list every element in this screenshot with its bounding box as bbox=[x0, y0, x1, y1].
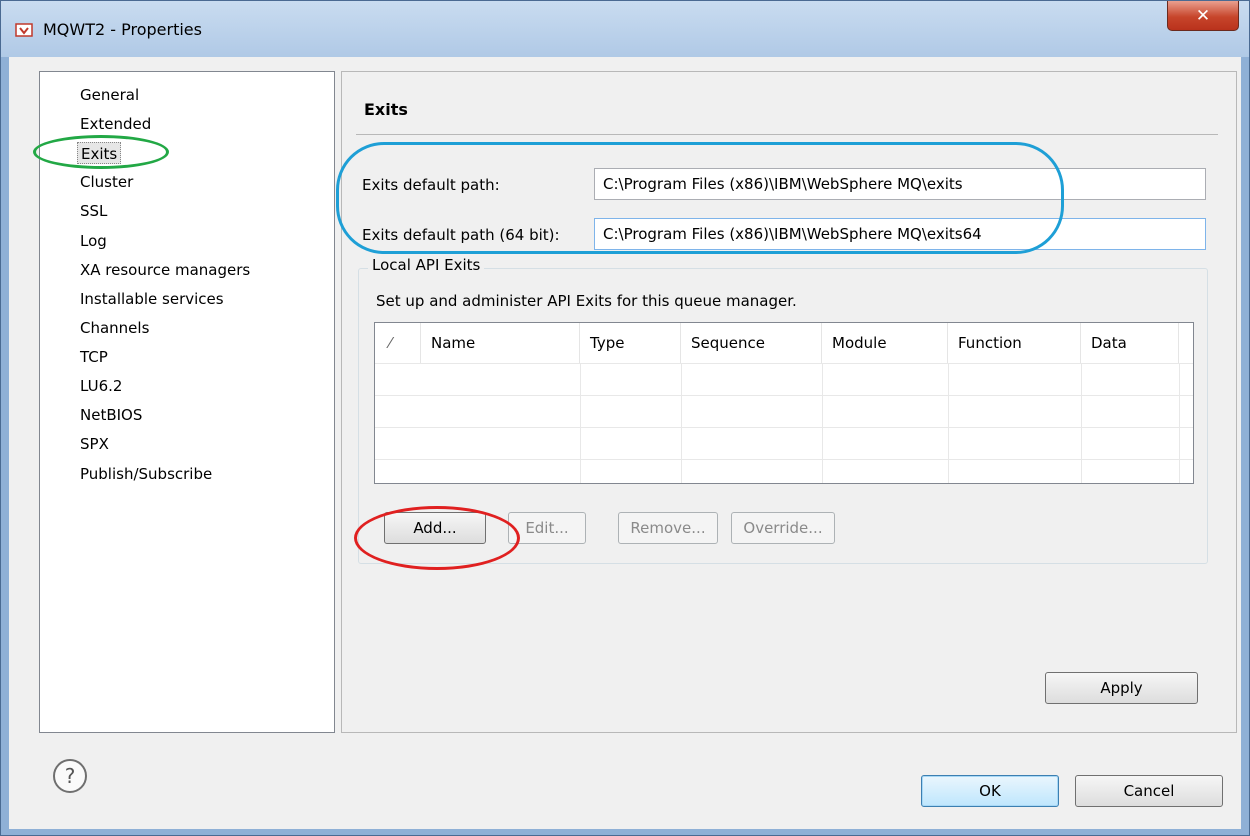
nav-item-spx[interactable]: SPX bbox=[80, 433, 109, 455]
header-divider bbox=[375, 363, 1193, 364]
column-divider bbox=[1081, 363, 1082, 483]
title-bar[interactable]: MQWT2 - Properties ✕ bbox=[1, 1, 1249, 57]
column-divider bbox=[948, 363, 949, 483]
exits-page: Exits Exits default path: C:\Program Fil… bbox=[336, 71, 1237, 733]
group-description: Set up and administer API Exits for this… bbox=[376, 292, 797, 310]
nav-item-general[interactable]: General bbox=[80, 84, 139, 106]
page-title: Exits bbox=[364, 100, 408, 119]
nav-item-xa-resource-managers[interactable]: XA resource managers bbox=[80, 259, 250, 281]
window-title: MQWT2 - Properties bbox=[43, 20, 202, 39]
exits-highlight-annotation bbox=[33, 135, 169, 169]
nav-item-installable-services[interactable]: Installable services bbox=[80, 288, 224, 310]
column-header-name[interactable]: Name bbox=[421, 323, 580, 363]
column-divider bbox=[822, 363, 823, 483]
add-highlight-annotation bbox=[354, 506, 520, 570]
title-separator bbox=[356, 134, 1218, 135]
nav-item-ssl[interactable]: SSL bbox=[80, 200, 107, 222]
table-row bbox=[375, 427, 1193, 428]
properties-window: MQWT2 - Properties ✕ General Extended Ex… bbox=[0, 0, 1250, 836]
column-header-sequence[interactable]: Sequence bbox=[681, 323, 822, 363]
nav-item-lu62[interactable]: LU6.2 bbox=[80, 375, 122, 397]
nav-item-tcp[interactable]: TCP bbox=[80, 346, 108, 368]
api-exits-table[interactable]: ⁄ Name Type Sequence Module Function Dat… bbox=[374, 322, 1194, 484]
column-divider bbox=[580, 363, 581, 483]
nav-item-extended[interactable]: Extended bbox=[80, 113, 151, 135]
column-divider bbox=[1179, 363, 1180, 483]
column-divider bbox=[681, 363, 682, 483]
table-row bbox=[375, 459, 1193, 460]
local-api-exits-legend: Local API Exits bbox=[368, 256, 485, 274]
sort-indicator-icon[interactable]: ⁄ bbox=[375, 323, 421, 363]
column-header-module[interactable]: Module bbox=[822, 323, 948, 363]
nav-item-publish-subscribe[interactable]: Publish/Subscribe bbox=[80, 463, 212, 485]
dialog-client: General Extended Exits Cluster SSL Log X… bbox=[9, 57, 1241, 829]
remove-button[interactable]: Remove... bbox=[618, 512, 718, 544]
nav-item-channels[interactable]: Channels bbox=[80, 317, 149, 339]
nav-item-cluster[interactable]: Cluster bbox=[80, 171, 133, 193]
column-header-function[interactable]: Function bbox=[948, 323, 1081, 363]
table-row bbox=[375, 395, 1193, 396]
column-header-data[interactable]: Data bbox=[1081, 323, 1179, 363]
close-icon: ✕ bbox=[1195, 5, 1211, 26]
apply-button[interactable]: Apply bbox=[1045, 672, 1198, 704]
category-tree[interactable]: General Extended Exits Cluster SSL Log X… bbox=[39, 71, 335, 733]
cancel-button[interactable]: Cancel bbox=[1075, 775, 1223, 807]
app-icon bbox=[15, 23, 33, 37]
override-button[interactable]: Override... bbox=[731, 512, 835, 544]
ok-button[interactable]: OK bbox=[921, 775, 1059, 807]
help-icon[interactable]: ? bbox=[53, 759, 87, 793]
close-button[interactable]: ✕ bbox=[1167, 1, 1239, 31]
paths-highlight-annotation bbox=[336, 142, 1064, 254]
column-header-type[interactable]: Type bbox=[580, 323, 681, 363]
nav-item-log[interactable]: Log bbox=[80, 230, 107, 252]
nav-item-netbios[interactable]: NetBIOS bbox=[80, 404, 142, 426]
